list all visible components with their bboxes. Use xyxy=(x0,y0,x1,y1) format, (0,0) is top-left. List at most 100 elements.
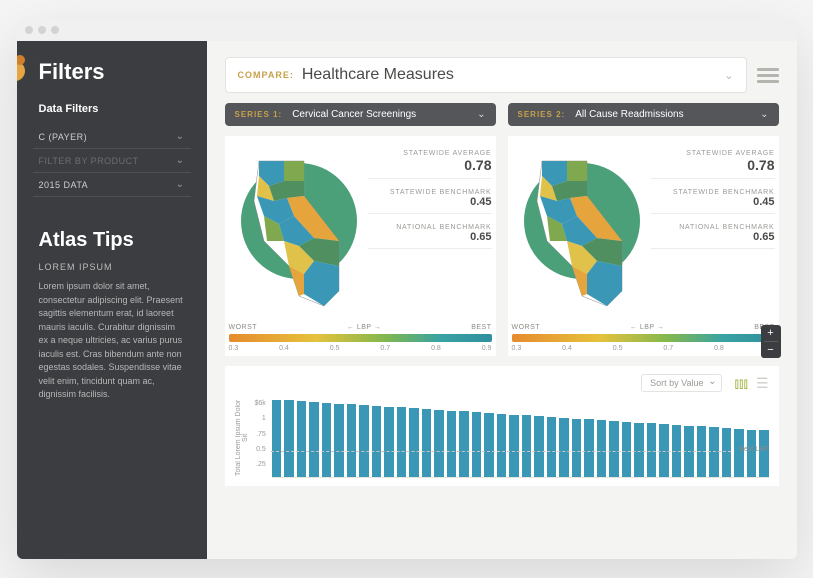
bar[interactable] xyxy=(534,416,544,477)
zoom-in-button[interactable]: + xyxy=(761,325,781,341)
compare-title: Healthcare Measures xyxy=(302,66,454,84)
bar[interactable] xyxy=(597,420,607,477)
bar[interactable] xyxy=(622,422,632,477)
menu-icon[interactable] xyxy=(757,68,779,83)
california-map[interactable] xyxy=(512,146,647,316)
traffic-light-min[interactable] xyxy=(38,26,46,34)
bars-container[interactable]: Best LBP xyxy=(272,398,769,478)
series-name: All Cause Readmissions xyxy=(575,109,683,120)
sidebar: BACK ‹ Filters Data Filters C (PAYER) ⌄ … xyxy=(17,41,207,559)
stat-national-benchmark: NATIONAL BENCHMARK 0.65 xyxy=(368,224,492,249)
view-toggle: ⫾⫾⫾ ☰ xyxy=(734,375,768,392)
bar[interactable] xyxy=(547,417,557,477)
chart-area: Total Lorem Ipsum Dolor Sit $6k 1 .75 0.… xyxy=(235,398,769,478)
bar[interactable] xyxy=(284,400,294,477)
traffic-light-close[interactable] xyxy=(25,26,33,34)
traffic-light-max[interactable] xyxy=(51,26,59,34)
chart-controls: Sort by Value ⫾⫾⫾ ☰ xyxy=(235,374,769,392)
sidebar-subtitle: Data Filters xyxy=(39,103,191,115)
stat-statewide-avg: STATEWIDE AVERAGE 0.78 xyxy=(368,150,492,179)
series-tag: SERIES 2: xyxy=(518,110,566,119)
legend-gradient xyxy=(229,334,492,342)
bar[interactable] xyxy=(572,419,582,477)
filter-year[interactable]: 2015 DATA ⌄ xyxy=(33,173,191,197)
bar[interactable] xyxy=(447,411,457,477)
series-tag: SERIES 1: xyxy=(235,110,283,119)
filter-product[interactable]: FILTER BY PRODUCT ⌄ xyxy=(33,149,191,173)
bar[interactable] xyxy=(297,401,307,477)
chevron-down-icon: ⌄ xyxy=(176,155,185,166)
bar[interactable] xyxy=(434,410,444,477)
bar[interactable] xyxy=(522,415,532,477)
app-root: BACK ‹ Filters Data Filters C (PAYER) ⌄ … xyxy=(17,41,797,559)
map-card-1: STATEWIDE AVERAGE 0.78 STATEWIDE BENCHMA… xyxy=(225,136,496,356)
compare-selector[interactable]: COMPARE: Healthcare Measures ⌄ xyxy=(225,57,747,93)
maps-row: STATEWIDE AVERAGE 0.78 STATEWIDE BENCHMA… xyxy=(225,136,779,356)
bar[interactable] xyxy=(397,407,407,477)
bar[interactable] xyxy=(609,421,619,477)
bar[interactable] xyxy=(497,414,507,477)
series-name: Cervical Cancer Screenings xyxy=(292,109,416,120)
series-row: SERIES 1: Cervical Cancer Screenings ⌄ S… xyxy=(225,103,779,126)
tips-title: Atlas Tips xyxy=(39,229,191,252)
bar[interactable] xyxy=(459,411,469,477)
bar[interactable] xyxy=(372,406,382,477)
bar[interactable] xyxy=(634,423,644,478)
bar-view-icon[interactable]: ⫾⫾⫾ xyxy=(734,375,747,392)
bar[interactable] xyxy=(347,404,357,477)
y-axis-title: Total Lorem Ipsum Dolor Sit xyxy=(235,398,249,478)
bar[interactable] xyxy=(422,409,432,477)
zoom-out-button[interactable]: − xyxy=(761,342,781,358)
bar[interactable] xyxy=(334,404,344,477)
chevron-down-icon: ⌄ xyxy=(724,69,733,82)
color-legend: WORST ← LBP → BEST 0.30.40.50.70.80.9 xyxy=(512,324,775,352)
bar[interactable] xyxy=(647,423,657,477)
chevron-down-icon: ⌄ xyxy=(477,109,485,120)
bar[interactable] xyxy=(509,415,519,477)
series-2-selector[interactable]: SERIES 2: All Cause Readmissions ⌄ xyxy=(508,103,779,126)
filter-label: C (PAYER) xyxy=(39,132,88,142)
window-chrome xyxy=(17,19,797,41)
color-legend: WORST ← LBP → BEST 0.30.40.50.70.80.9 xyxy=(229,324,492,352)
stat-statewide-benchmark: STATEWIDE BENCHMARK 0.45 xyxy=(368,189,492,214)
bar-chart-card: Sort by Value ⫾⫾⫾ ☰ Total Lorem Ipsum Do… xyxy=(225,366,779,486)
sort-selector[interactable]: Sort by Value xyxy=(641,374,722,392)
main-content: COMPARE: Healthcare Measures ⌄ SERIES 1:… xyxy=(207,41,797,559)
logo-icon xyxy=(17,55,27,83)
compare-label: COMPARE: xyxy=(238,70,294,80)
bar[interactable] xyxy=(559,418,569,477)
map-card-2: STATEWIDE AVERAGE 0.78 STATEWIDE BENCHMA… xyxy=(508,136,779,356)
stat-national-benchmark: NATIONAL BENCHMARK 0.65 xyxy=(651,224,775,249)
bar[interactable] xyxy=(472,412,482,477)
bar[interactable] xyxy=(322,403,332,477)
map-stats: STATEWIDE AVERAGE 0.78 STATEWIDE BENCHMA… xyxy=(651,146,775,249)
legend-ticks: 0.30.40.50.70.80.9 xyxy=(229,345,492,352)
map-stats: STATEWIDE AVERAGE 0.78 STATEWIDE BENCHMA… xyxy=(368,146,492,249)
best-lbp-marker: Best LBP xyxy=(739,446,768,453)
tips-body: Lorem ipsum dolor sit amet, consectetur … xyxy=(39,280,185,402)
bar[interactable] xyxy=(759,430,769,477)
stat-statewide-avg: STATEWIDE AVERAGE 0.78 xyxy=(651,150,775,179)
series-1-selector[interactable]: SERIES 1: Cervical Cancer Screenings ⌄ xyxy=(225,103,496,126)
list-view-icon[interactable]: ☰ xyxy=(756,375,769,392)
bar[interactable] xyxy=(484,413,494,477)
bar[interactable] xyxy=(584,419,594,477)
zoom-control: + − xyxy=(761,325,781,358)
browser-window: BACK ‹ Filters Data Filters C (PAYER) ⌄ … xyxy=(17,19,797,559)
tips-subtitle: LOREM IPSUM xyxy=(39,262,191,272)
stat-statewide-benchmark: STATEWIDE BENCHMARK 0.45 xyxy=(651,189,775,214)
filter-payer[interactable]: C (PAYER) ⌄ xyxy=(33,125,191,149)
bar[interactable] xyxy=(309,402,319,477)
sidebar-title: Filters xyxy=(39,59,191,85)
chevron-down-icon: ⌄ xyxy=(760,109,768,120)
top-row: COMPARE: Healthcare Measures ⌄ xyxy=(225,57,779,93)
bar[interactable] xyxy=(359,405,369,477)
filter-label: FILTER BY PRODUCT xyxy=(39,156,139,166)
bar[interactable] xyxy=(384,407,394,477)
bar[interactable] xyxy=(272,400,282,477)
y-axis: $6k 1 .75 0.5 .25 xyxy=(255,398,266,478)
california-map[interactable] xyxy=(229,146,364,316)
bar[interactable] xyxy=(722,428,732,477)
bar[interactable] xyxy=(409,408,419,477)
filter-label: 2015 DATA xyxy=(39,180,89,190)
